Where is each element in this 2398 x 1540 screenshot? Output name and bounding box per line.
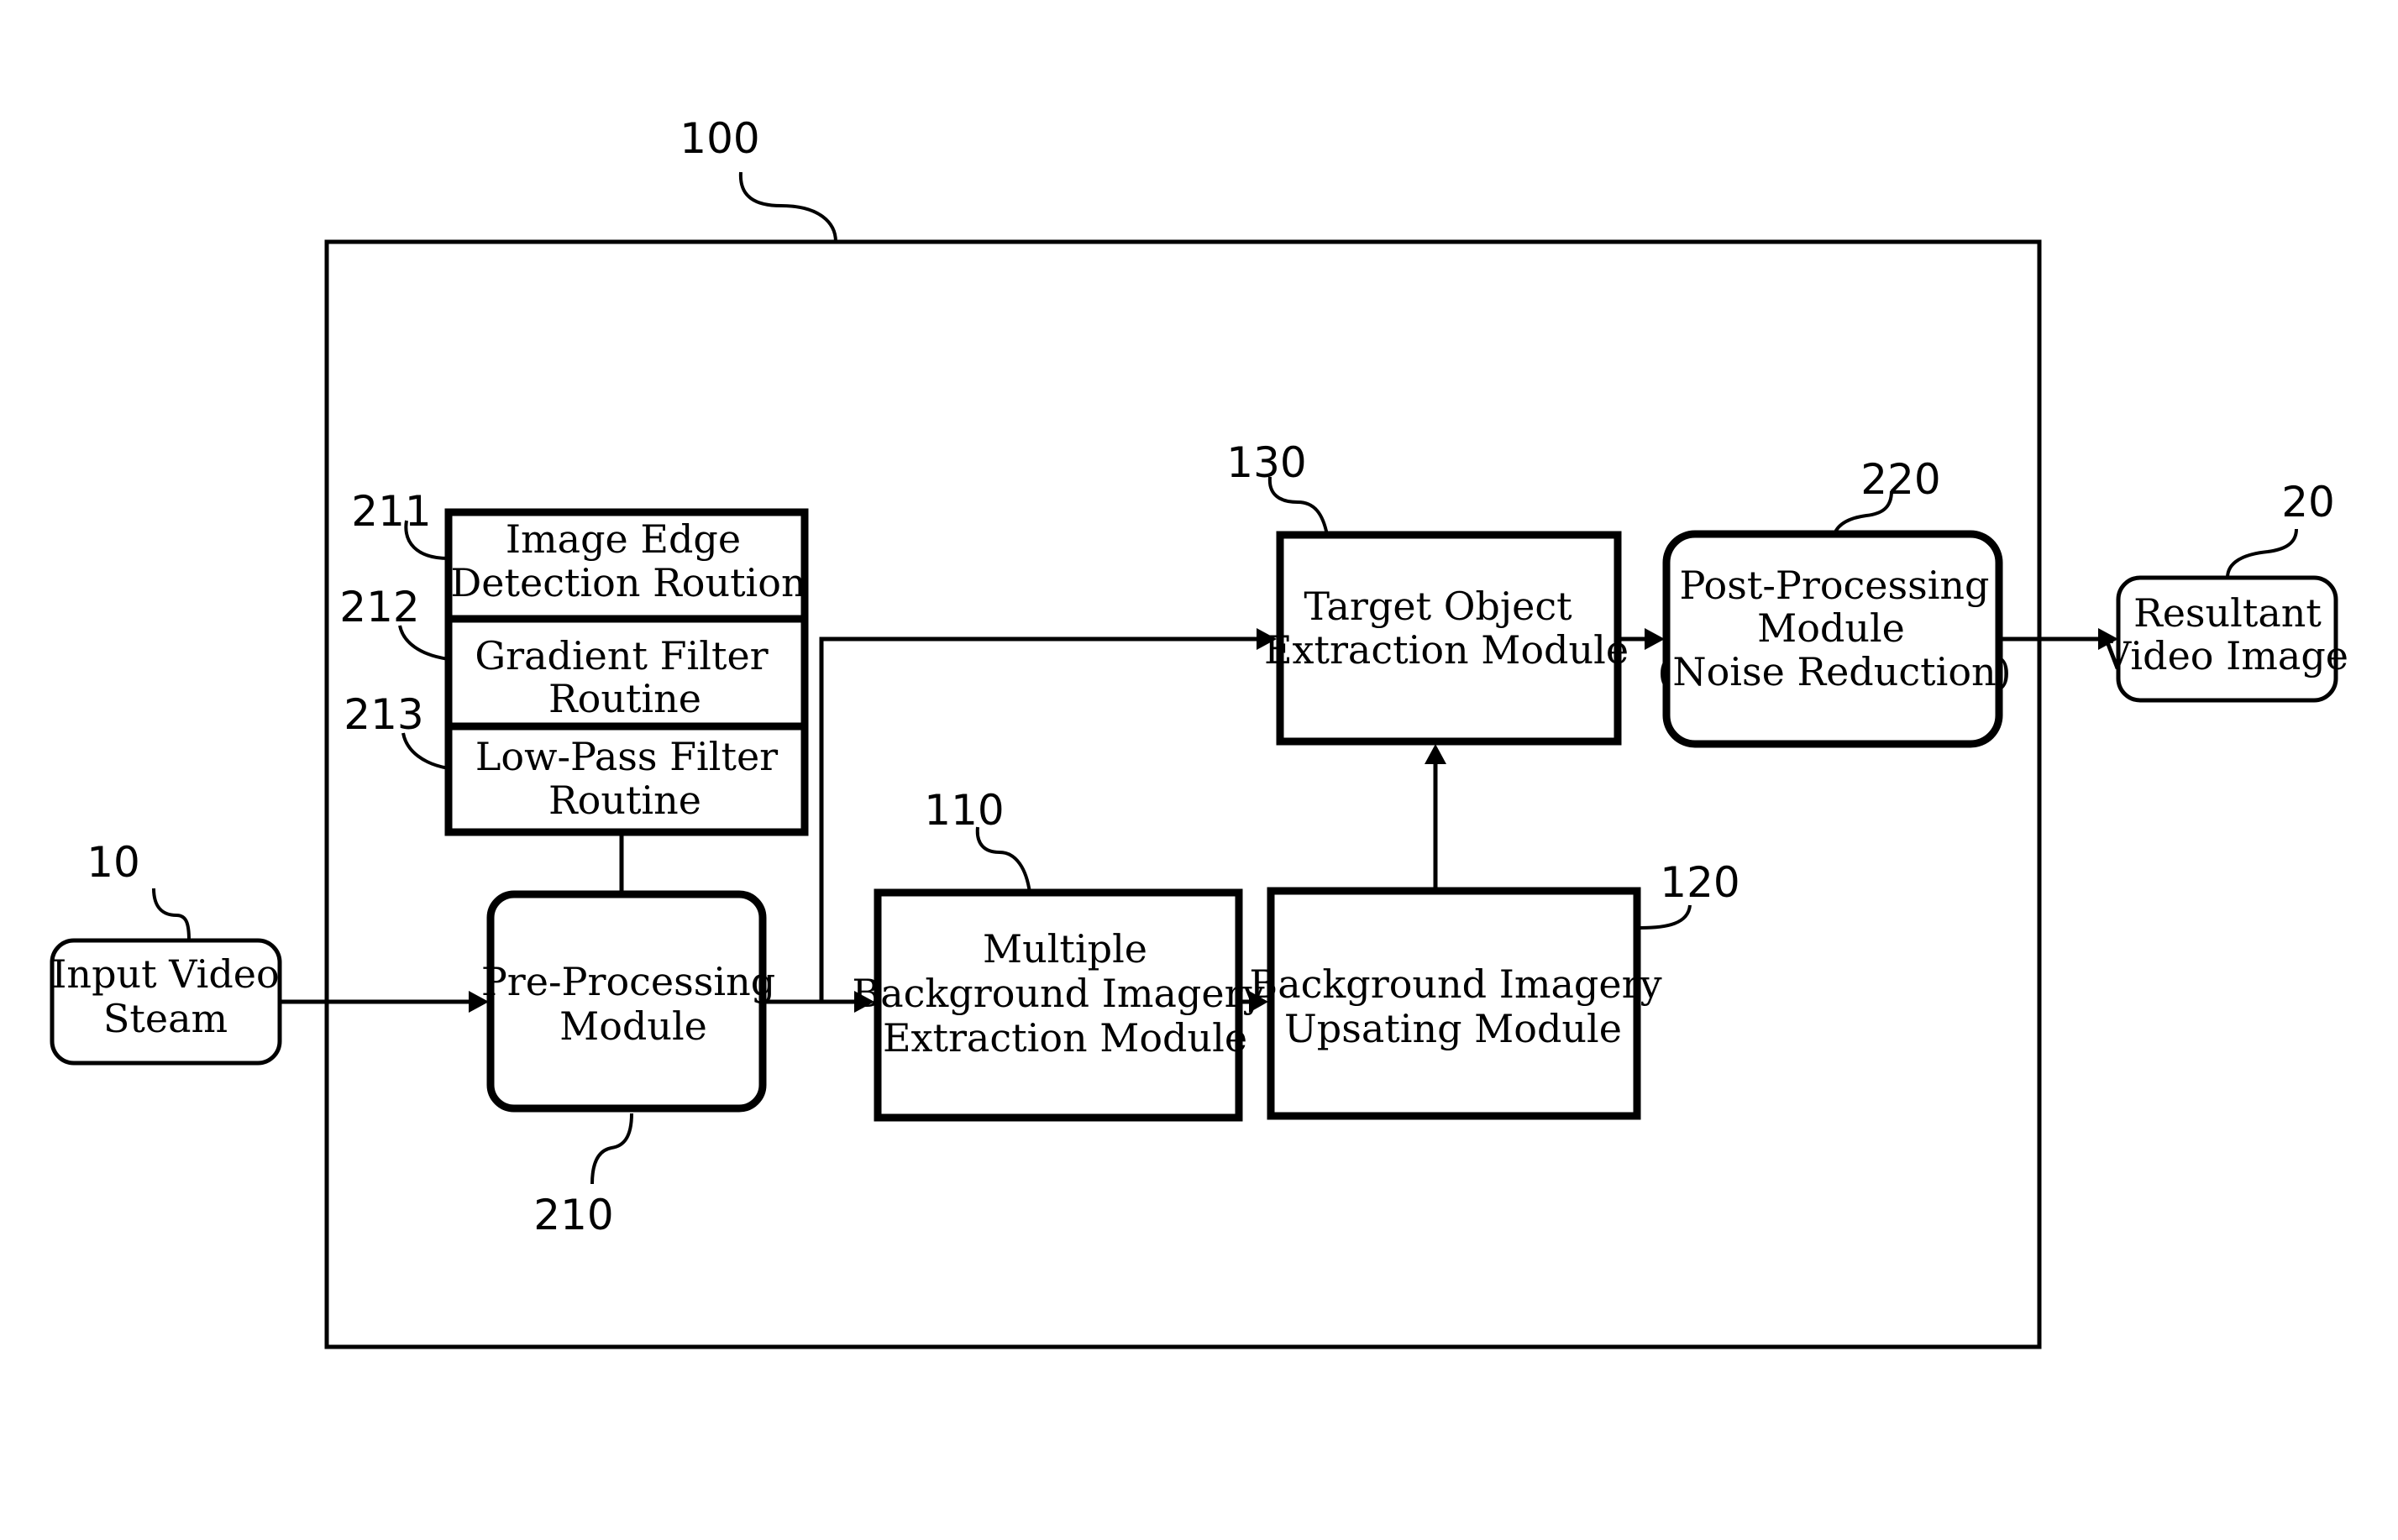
postprocessing-line3: (Noise Reduction) [1657, 649, 2011, 694]
target-extraction-line2: Extraction Module [1264, 627, 1629, 673]
routine-gradient-line1: Gradient Filter [475, 633, 768, 678]
bg-extraction-line2: Background Imagery [852, 971, 1264, 1016]
routine-lowpass-line1: Low-Pass Filter [475, 734, 778, 779]
input-leader-line [152, 888, 191, 941]
input-video-label-line1: Input Video [51, 951, 279, 997]
bg-extraction-ref: 110 [924, 786, 1004, 835]
routine-edge-ref: 211 [351, 487, 431, 536]
output-label-line2: Video Image [2102, 633, 2348, 678]
input-ref-label: 10 [87, 838, 140, 887]
routine-lowpass-ref: 213 [344, 690, 423, 739]
routine-lowpass-line2: Routine [548, 778, 701, 823]
preprocessing-line2: Module [559, 1003, 707, 1049]
block-diagram: 100 Input Video Steam 10 Image Edge Dete… [50, 114, 2348, 1349]
output-ref: 20 [2281, 478, 2335, 526]
preprocessing-ref: 210 [533, 1191, 613, 1239]
system-leader-line [738, 171, 837, 243]
preprocessing-line1: Pre-Processing [481, 959, 775, 1004]
postprocessing-line1: Post-Processing [1679, 563, 1989, 608]
routine-edge-line1: Image Edge [506, 516, 741, 562]
system-ref-label: 100 [680, 114, 759, 163]
routine-gradient-line2: Routine [548, 676, 701, 721]
target-extraction-line1: Target Object [1304, 584, 1572, 629]
bg-extraction-line1: Multiple [983, 926, 1147, 972]
bg-updating-ref: 120 [1660, 858, 1739, 907]
target-extraction-ref: 130 [1226, 438, 1306, 487]
bg-extraction-line3: Extraction Module [883, 1015, 1247, 1061]
output-leader [2226, 528, 2298, 579]
postprocessing-line2: Module [1757, 605, 1905, 651]
postprocessing-ref: 220 [1860, 455, 1940, 504]
bg-updating-line2: Upsating Module [1284, 1006, 1622, 1051]
routine-gradient-ref: 212 [339, 583, 419, 631]
output-label-line1: Resultant [2133, 590, 2322, 636]
input-video-label-line2: Steam [103, 996, 228, 1041]
bg-updating-line1: Background Imagery [1249, 961, 1661, 1007]
routine-edge-line2: Detection Roution [450, 560, 805, 605]
